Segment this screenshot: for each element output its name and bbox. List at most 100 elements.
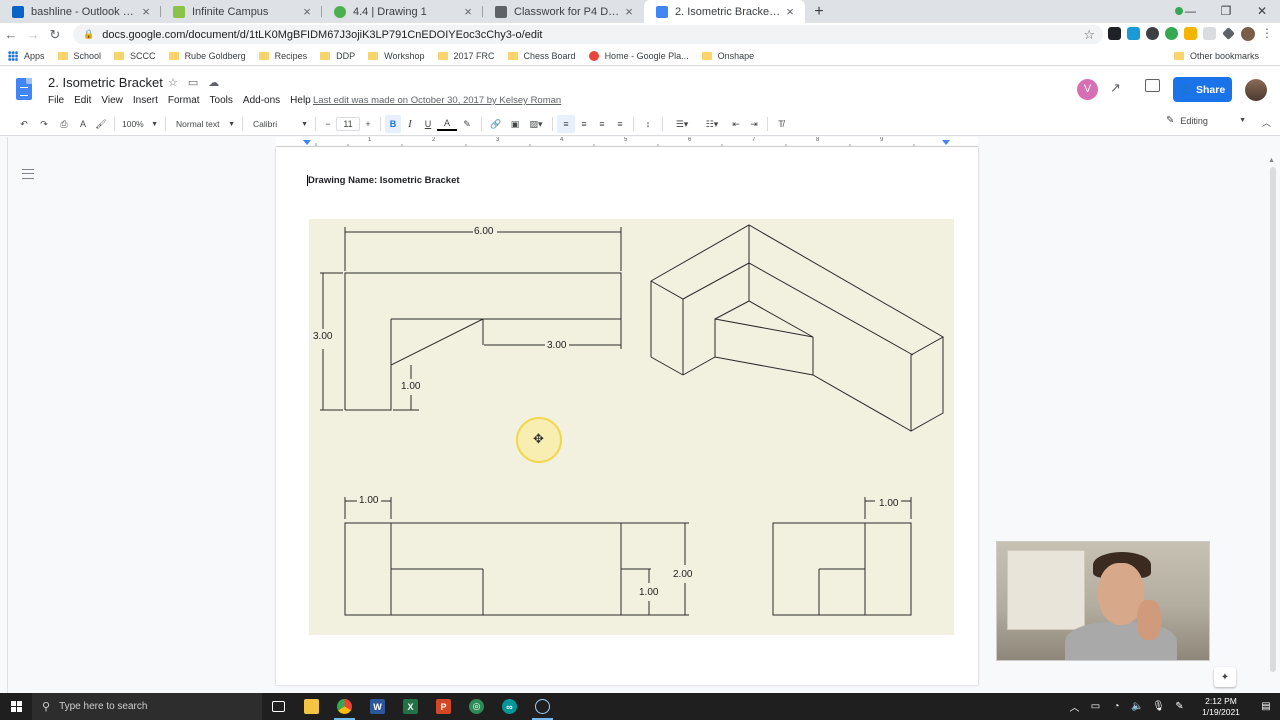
align-justify-icon[interactable]: ≡ bbox=[611, 115, 629, 133]
align-right-icon[interactable]: ≡ bbox=[593, 115, 611, 133]
tray-expand-icon[interactable]: ︿ bbox=[1064, 699, 1085, 714]
extension-icon[interactable] bbox=[1127, 27, 1140, 40]
wifi-icon[interactable]: ◔ bbox=[1106, 701, 1127, 712]
numbered-list-icon[interactable]: ☰▾ bbox=[667, 115, 697, 133]
bold-button[interactable]: B bbox=[385, 115, 401, 133]
extension-icon[interactable] bbox=[1203, 27, 1216, 40]
puzzle-icon[interactable] bbox=[1222, 27, 1235, 40]
explore-button[interactable]: ✦ bbox=[1214, 667, 1236, 687]
battery-icon[interactable]: ▭ bbox=[1085, 701, 1106, 712]
move-folder-icon[interactable]: ▭ bbox=[188, 76, 198, 89]
arduino-icon[interactable]: ∞ bbox=[493, 693, 526, 720]
close-icon[interactable]: × bbox=[139, 4, 153, 19]
undo-icon[interactable]: ↶ bbox=[14, 115, 34, 133]
font-size-input[interactable]: 11 bbox=[336, 117, 360, 131]
style-select[interactable]: Normal text ▼ bbox=[170, 119, 238, 129]
zoom-select[interactable]: 100% ▼ bbox=[119, 119, 161, 129]
bookmark-item[interactable]: Rube Goldberg bbox=[168, 51, 246, 61]
last-edit-link[interactable]: Last edit was made on October 30, 2017 b… bbox=[313, 95, 561, 106]
extension-icon[interactable] bbox=[1165, 27, 1178, 40]
back-icon[interactable]: ← bbox=[0, 27, 22, 42]
tab-classroom[interactable]: Classwork for P4 DDE 2020-21 P... × bbox=[483, 0, 644, 23]
menu-view[interactable]: View bbox=[101, 95, 123, 106]
close-icon[interactable]: × bbox=[783, 4, 797, 19]
new-tab-button[interactable]: + bbox=[805, 0, 833, 23]
tab-outlook[interactable]: bashline - Outlook Web App × bbox=[0, 0, 161, 23]
avatar[interactable] bbox=[1241, 27, 1255, 41]
highlight-icon[interactable]: ✎ bbox=[457, 115, 477, 133]
bookmark-item[interactable]: SCCC bbox=[114, 51, 156, 61]
clear-formatting-icon[interactable]: T̸ bbox=[772, 115, 790, 133]
tab-infinite-campus[interactable]: Infinite Campus × bbox=[161, 0, 322, 23]
close-icon[interactable]: × bbox=[461, 4, 475, 19]
restore-icon[interactable]: ❐ bbox=[1208, 4, 1244, 18]
bookmark-apps[interactable]: Apps bbox=[8, 50, 45, 61]
comment-icon[interactable] bbox=[1145, 79, 1160, 92]
word-icon[interactable]: W bbox=[361, 693, 394, 720]
print-icon[interactable]: ⎙ bbox=[54, 115, 74, 133]
chrome-icon[interactable] bbox=[328, 693, 361, 720]
pen-icon[interactable]: ✎ bbox=[1169, 701, 1190, 712]
insert-image-icon[interactable]: ▨▾ bbox=[524, 115, 548, 133]
collapse-menus-icon[interactable]: ︿ bbox=[1262, 116, 1271, 129]
menu-file[interactable]: File bbox=[48, 95, 64, 106]
document-outline-icon[interactable] bbox=[22, 169, 34, 179]
docs-logo-icon[interactable] bbox=[16, 78, 32, 100]
font-select[interactable]: Calibri ▼ bbox=[247, 119, 311, 129]
bookmark-item[interactable]: Recipes bbox=[258, 51, 307, 61]
other-bookmarks[interactable]: Other bookmarks bbox=[1173, 51, 1259, 61]
horizontal-ruler[interactable]: 1 2 3 4 5 6 7 8 9 bbox=[276, 137, 978, 147]
drawing-heading[interactable]: Drawing Name: Isometric Bracket bbox=[307, 175, 460, 186]
cloud-status-icon[interactable]: ☁ bbox=[208, 76, 219, 89]
extension-icon[interactable] bbox=[1184, 27, 1197, 40]
add-comment-icon[interactable]: ▣ bbox=[506, 115, 524, 133]
align-center-icon[interactable]: ≡ bbox=[575, 115, 593, 133]
paint-format-icon[interactable]: 🖌 bbox=[92, 115, 110, 133]
microphone-icon[interactable]: 🎙 bbox=[1148, 701, 1169, 712]
menu-insert[interactable]: Insert bbox=[133, 95, 158, 106]
app-icon[interactable]: ◎ bbox=[460, 693, 493, 720]
close-window-icon[interactable]: ✕ bbox=[1244, 4, 1280, 18]
avatar[interactable] bbox=[1245, 79, 1267, 101]
bookmark-star-icon[interactable]: ☆ bbox=[1083, 27, 1095, 43]
taskbar-search[interactable]: ⚲ Type here to search bbox=[32, 693, 262, 720]
menu-tools[interactable]: Tools bbox=[210, 95, 233, 106]
windows-start-icon[interactable] bbox=[0, 693, 32, 720]
collaborator-avatar[interactable]: V bbox=[1077, 79, 1098, 100]
menu-format[interactable]: Format bbox=[168, 95, 200, 106]
url-bar[interactable]: 🔒 docs.google.com/document/d/1tLK0MgBFID… bbox=[73, 25, 1103, 44]
decrease-indent-icon[interactable]: ⇤ bbox=[727, 115, 745, 133]
bookmark-item[interactable]: Workshop bbox=[368, 51, 425, 61]
increase-indent-icon[interactable]: ⇥ bbox=[745, 115, 763, 133]
bookmark-item[interactable]: 2017 FRC bbox=[437, 51, 495, 61]
redo-icon[interactable]: ↷ bbox=[34, 115, 54, 133]
notifications-icon[interactable]: ▤ bbox=[1252, 701, 1280, 712]
star-icon[interactable]: ☆ bbox=[168, 76, 178, 89]
line-spacing-icon[interactable]: ↕ bbox=[638, 115, 658, 133]
file-explorer-icon[interactable] bbox=[295, 693, 328, 720]
align-left-icon[interactable]: ≡ bbox=[557, 115, 575, 133]
extension-icon[interactable] bbox=[1108, 27, 1121, 40]
text-color-icon[interactable]: A bbox=[437, 117, 457, 131]
close-icon[interactable]: × bbox=[300, 4, 314, 19]
isometric-bracket-drawing[interactable] bbox=[309, 219, 954, 635]
scroll-up-icon[interactable]: ▲ bbox=[1268, 157, 1275, 164]
excel-icon[interactable]: X bbox=[394, 693, 427, 720]
bookmark-item[interactable]: Onshape bbox=[701, 51, 754, 61]
bulleted-list-icon[interactable]: ☷▾ bbox=[697, 115, 727, 133]
italic-button[interactable]: I bbox=[401, 115, 419, 133]
increase-font-size-icon[interactable]: + bbox=[360, 115, 376, 133]
menu-addons[interactable]: Add-ons bbox=[243, 95, 280, 106]
extension-icon[interactable] bbox=[1146, 27, 1159, 40]
task-view-icon[interactable] bbox=[262, 693, 295, 720]
bookmark-item[interactable]: Home - Google Pla... bbox=[588, 50, 689, 61]
tab-onshape-drawing[interactable]: 4.4 | Drawing 1 × bbox=[322, 0, 483, 23]
menu-edit[interactable]: Edit bbox=[74, 95, 91, 106]
bookmark-item[interactable]: Chess Board bbox=[507, 51, 576, 61]
bookmark-item[interactable]: DDP bbox=[320, 51, 355, 61]
tab-google-docs[interactable]: 2. Isometric Bracket - Google Do... × bbox=[644, 0, 805, 23]
underline-button[interactable]: U bbox=[419, 115, 437, 133]
clock[interactable]: 2:12 PM 1/19/2021 bbox=[1190, 696, 1252, 718]
reload-icon[interactable]: ↻ bbox=[44, 27, 66, 43]
bookmark-item[interactable]: School bbox=[57, 51, 101, 61]
